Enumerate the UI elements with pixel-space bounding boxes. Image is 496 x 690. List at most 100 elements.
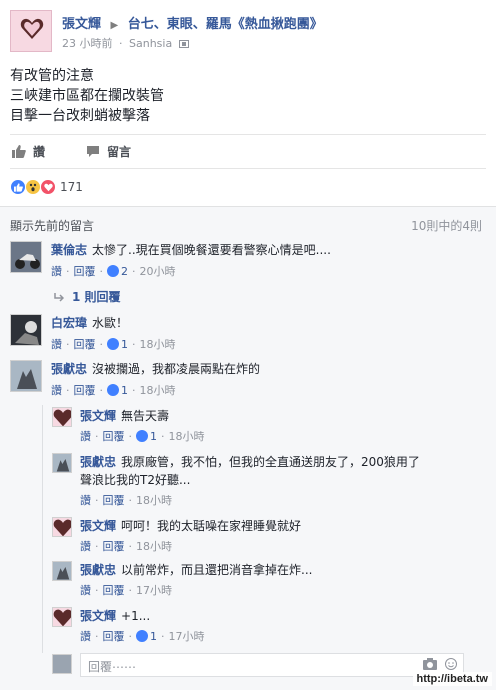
- view-previous-comments-link[interactable]: 顯示先前的留言: [10, 217, 94, 234]
- replier-avatar[interactable]: [52, 607, 72, 627]
- comment-time[interactable]: 20小時: [140, 263, 176, 279]
- replier-avatar[interactable]: [52, 517, 72, 537]
- comment-like-count[interactable]: 2: [107, 265, 128, 278]
- emoji-icon[interactable]: [445, 658, 457, 670]
- dot-separator: ·: [95, 429, 99, 443]
- dot-separator: ·: [132, 337, 136, 351]
- reply-body: 以前常炸，而且還把消音拿掉在炸...: [121, 563, 313, 577]
- commenter-name[interactable]: 葉倫志: [51, 243, 87, 257]
- group-name[interactable]: 台七、東眼、羅馬《熱血揪跑團》: [128, 17, 323, 32]
- comment-button[interactable]: 留言: [86, 143, 131, 160]
- speech-bubble-icon: [87, 146, 99, 157]
- post-location[interactable]: Sanhsia: [129, 37, 172, 50]
- comment-time[interactable]: 18小時: [140, 336, 176, 352]
- comment-reply-link[interactable]: 回覆: [74, 336, 96, 352]
- comment-label: 留言: [107, 145, 132, 159]
- replier-name[interactable]: 張文輝: [80, 409, 116, 423]
- comment-time[interactable]: 18小時: [140, 382, 176, 398]
- dot-separator: ·: [161, 429, 165, 443]
- reply-time[interactable]: 18小時: [169, 428, 205, 444]
- comment-reply-link[interactable]: 回覆: [74, 382, 96, 398]
- triangle-right-icon: ▶: [110, 20, 119, 31]
- like-label: 讚: [33, 145, 46, 159]
- comment-actions: 讚 · 回覆 · 2 · 20小時: [51, 263, 176, 279]
- like-mini-icon: [136, 430, 148, 442]
- comment-reply-link[interactable]: 回覆: [74, 263, 96, 279]
- reply-input[interactable]: 回覆⋯⋯: [80, 653, 464, 677]
- reply-time[interactable]: 17小時: [136, 582, 172, 598]
- reply-like-count[interactable]: 1: [136, 630, 157, 643]
- replier-name[interactable]: 張獻忠: [80, 455, 116, 469]
- reactions-summary[interactable]: 171: [10, 178, 83, 196]
- reply-body-continued: 聲浪比我的T2好聽...: [80, 473, 191, 487]
- comment-like-count[interactable]: 1: [107, 384, 128, 397]
- reply-time[interactable]: 17小時: [169, 628, 205, 644]
- reply-like-count[interactable]: 1: [136, 430, 157, 443]
- reply-like-link[interactable]: 讚: [80, 492, 91, 508]
- commenter-name[interactable]: 白宏瑋: [51, 316, 87, 330]
- reply-reply-link[interactable]: 回覆: [103, 492, 125, 508]
- commenter-avatar[interactable]: [10, 314, 42, 346]
- like-count-value: 1: [150, 629, 157, 643]
- comment-like-link[interactable]: 讚: [51, 336, 62, 352]
- comment-actions: 讚 · 回覆 · 1 · 18小時: [51, 382, 176, 398]
- dot-separator: ·: [95, 539, 99, 553]
- reply-reply-link[interactable]: 回覆: [103, 582, 125, 598]
- replier-avatar[interactable]: [52, 561, 72, 581]
- like-button[interactable]: 讚: [12, 143, 45, 160]
- reply-like-link[interactable]: 讚: [80, 628, 91, 644]
- comment-like-count[interactable]: 1: [107, 338, 128, 351]
- replier-avatar[interactable]: [52, 453, 72, 473]
- dot-separator: ·: [132, 383, 136, 397]
- heart-avatar-icon: [53, 519, 71, 536]
- post-author-line: 張文輝 ▶ 台七、東眼、羅馬《熱血揪跑團》: [62, 13, 323, 32]
- reply-reply-link[interactable]: 回覆: [103, 428, 125, 444]
- commenter-avatar[interactable]: [10, 241, 42, 273]
- reply-text: 張文輝 無告天壽: [80, 407, 169, 425]
- commenter-avatar[interactable]: [10, 360, 42, 392]
- reply-reply-link[interactable]: 回覆: [103, 538, 125, 554]
- like-mini-icon: [136, 630, 148, 642]
- reply-actions: 讚 · 回覆 · 17小時: [80, 582, 172, 598]
- thread-line: [42, 405, 43, 653]
- input-icons: [423, 658, 457, 670]
- reply-time[interactable]: 18小時: [136, 538, 172, 554]
- replies-count: 1 則回覆: [72, 290, 121, 304]
- replier-name[interactable]: 張獻忠: [80, 563, 116, 577]
- author-avatar[interactable]: [10, 10, 52, 52]
- reply-reply-link[interactable]: 回覆: [103, 628, 125, 644]
- replier-name[interactable]: 張文輝: [80, 519, 116, 533]
- audience-group-icon[interactable]: [178, 40, 189, 48]
- post-line-1: 有改管的注意: [10, 68, 94, 84]
- reply-like-link[interactable]: 讚: [80, 428, 91, 444]
- reply-actions: 讚 · 回覆 · 1 · 17小時: [80, 628, 205, 644]
- author-name[interactable]: 張文輝: [62, 17, 101, 32]
- like-count-value: 2: [121, 264, 128, 278]
- reply-like-link[interactable]: 讚: [80, 538, 91, 554]
- like-reaction-icon: [10, 179, 26, 195]
- reply-time[interactable]: 18小時: [136, 492, 172, 508]
- comment-body: 水歐！: [92, 316, 129, 330]
- divider: [10, 134, 486, 135]
- wolf-avatar-icon: [11, 361, 41, 391]
- like-mini-icon: [107, 338, 119, 350]
- thumbs-up-icon: [12, 145, 26, 158]
- dot-separator: ·: [128, 539, 133, 553]
- heart-avatar-icon: [20, 18, 44, 39]
- dot-separator: ·: [95, 629, 99, 643]
- comment-like-link[interactable]: 讚: [51, 263, 62, 279]
- replier-name[interactable]: 張文輝: [80, 609, 116, 623]
- camera-icon[interactable]: [423, 658, 437, 670]
- reply-body: 我原廠管，我不怕，但我的全直通送朋友了，200狼用了: [121, 455, 420, 469]
- replier-avatar[interactable]: [52, 407, 72, 427]
- comment-like-link[interactable]: 讚: [51, 382, 62, 398]
- reply-arrow-icon: [54, 292, 64, 302]
- reaction-count[interactable]: 171: [60, 180, 83, 194]
- commenter-name[interactable]: 張獻忠: [51, 362, 87, 376]
- reply-like-link[interactable]: 讚: [80, 582, 91, 598]
- view-replies-link[interactable]: 1 則回覆: [54, 288, 121, 305]
- reply-text: 張獻忠 以前常炸，而且還把消音拿掉在炸...: [80, 561, 312, 579]
- post-time[interactable]: 23 小時前: [62, 37, 113, 50]
- comment-body: 沒被攔過，我都凌晨兩點在炸的: [92, 362, 261, 376]
- meta-separator: ·: [119, 37, 123, 50]
